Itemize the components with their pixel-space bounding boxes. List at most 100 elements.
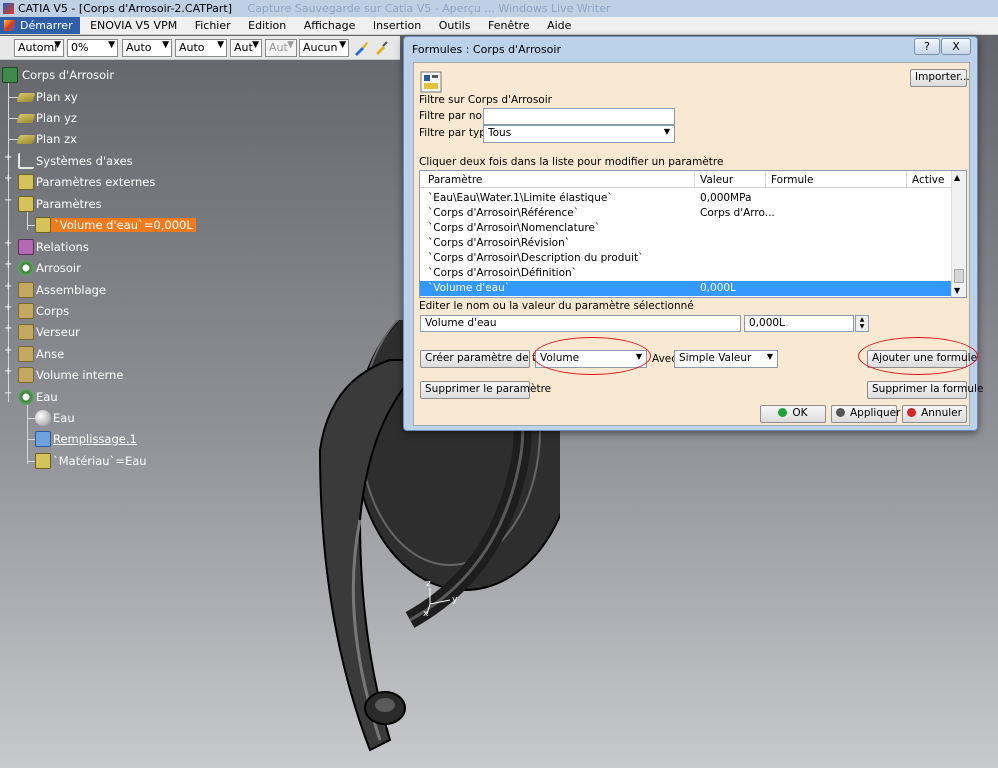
- rendering-style-combo[interactable]: Aut ▼: [265, 39, 297, 57]
- collapse-icon[interactable]: −: [4, 388, 12, 399]
- part-body-icon: [18, 260, 34, 276]
- body-icon: [18, 389, 34, 405]
- filter-title: Filtre sur Corps d'Arrosoir: [419, 94, 552, 106]
- filter-type-select[interactable]: Tous ▼: [483, 125, 675, 143]
- delete-formula-button[interactable]: Supprimer la formule: [867, 381, 983, 399]
- menu-insertion[interactable]: Insertion: [366, 17, 428, 34]
- menu-bar: Démarrer ENOVIA V5 VPM Fichier Edition A…: [0, 17, 998, 35]
- dialog-title: Formules : Corps d'Arrosoir: [412, 43, 561, 56]
- delete-param-button[interactable]: Supprimer le paramètre: [420, 381, 551, 399]
- parameters-icon: [18, 196, 34, 212]
- svg-text:z: z: [426, 579, 431, 589]
- layer-combo[interactable]: Aucun ▼: [299, 39, 349, 57]
- material-icon: [35, 410, 51, 426]
- table-row[interactable]: `Corps d'Arrosoir\Référence` Corps d'Arro…: [420, 206, 952, 221]
- line-type-combo[interactable]: Auto ▼: [175, 39, 227, 57]
- table-row[interactable]: `Volume d'eau` 0,000L: [420, 281, 952, 296]
- scroll-up-icon[interactable]: ▲: [954, 173, 960, 182]
- cell-param: `Corps d'Arrosoir\Description du produit…: [428, 252, 644, 264]
- cell-param: `Corps d'Arrosoir\Révision`: [428, 237, 570, 249]
- help-button[interactable]: ?: [914, 38, 940, 55]
- window-title-ghost: Capture Sauvegarde sur Catia V5 - Aperçu…: [247, 2, 611, 15]
- col-parametre[interactable]: Paramètre: [428, 174, 482, 186]
- collapse-icon[interactable]: −: [4, 195, 12, 206]
- svg-text:y: y: [452, 595, 458, 605]
- line-thickness-combo[interactable]: Auto ▼: [122, 39, 172, 57]
- menu-enovia[interactable]: ENOVIA V5 VPM: [83, 17, 184, 34]
- axis-system-icon: [18, 153, 34, 169]
- table-row[interactable]: `Corps d'Arrosoir\Révision`: [420, 236, 952, 251]
- body-icon: [18, 282, 34, 298]
- table-header: Paramètre Valeur Formule Active: [420, 171, 952, 188]
- create-param-button[interactable]: Créer paramètre de type: [420, 350, 555, 368]
- point-type-combo[interactable]: Aut ▼: [230, 39, 262, 57]
- expand-icon[interactable]: +: [4, 173, 12, 184]
- with-select[interactable]: Simple Valeur ▼: [674, 350, 778, 368]
- relations-icon: [18, 239, 34, 255]
- body-icon: [18, 346, 34, 362]
- cell-param: `Eau\Eau\Water.1\Limite élastique`: [428, 192, 613, 204]
- param-name-input[interactable]: Volume d'eau: [420, 315, 741, 332]
- fill-color-combo[interactable]: Automi ▼: [14, 39, 64, 57]
- menu-affichage[interactable]: Affichage: [297, 17, 363, 34]
- table-row[interactable]: `Corps d'Arrosoir\Description du produit…: [420, 251, 952, 266]
- part-icon: [2, 67, 18, 83]
- ok-icon: [778, 408, 788, 417]
- format-copy-icon[interactable]: [373, 40, 389, 56]
- value-spinner[interactable]: ▲ ▼: [855, 315, 869, 332]
- graphic-properties-toolbar: Automi ▼ 0% ▼ Auto ▼ Auto ▼ Aut ▼ Aut ▼ Aucun ▼: [0, 36, 400, 60]
- menu-fichier[interactable]: Fichier: [188, 17, 238, 34]
- catia-logo-icon: [3, 3, 14, 14]
- table-row[interactable]: `Corps d'Arrosoir\Nomenclature`: [420, 221, 952, 236]
- catia-app: CATIA V5 - [Corps d'Arrosoir-2.CATPart] …: [0, 0, 998, 768]
- col-formule[interactable]: Formule: [771, 174, 813, 186]
- apply-icon: [836, 408, 845, 417]
- table-row[interactable]: `Eau\Eau\Water.1\Limite élastique` 0,000M…: [420, 191, 952, 206]
- cell-param: `Corps d'Arrosoir\Référence`: [428, 207, 579, 219]
- menu-edition[interactable]: Edition: [241, 17, 293, 34]
- col-active[interactable]: Active: [912, 174, 944, 186]
- ok-button[interactable]: OK: [760, 405, 826, 423]
- col-valeur[interactable]: Valeur: [700, 174, 733, 186]
- annotation-circle-formula: [858, 337, 978, 375]
- transparency-combo[interactable]: 0% ▼: [67, 39, 118, 57]
- parameters-icon: [18, 174, 34, 190]
- filter-name-input[interactable]: [483, 108, 675, 125]
- cell-value: 0,000L: [700, 282, 736, 294]
- painter-brush-icon[interactable]: [353, 40, 369, 56]
- expand-icon[interactable]: +: [4, 323, 12, 334]
- expand-icon[interactable]: +: [4, 345, 12, 356]
- scroll-thumb[interactable]: [954, 269, 964, 283]
- formula-editor-icon[interactable]: [420, 71, 442, 93]
- expand-icon[interactable]: +: [4, 366, 12, 377]
- chevron-down-icon: ▼: [663, 127, 670, 136]
- list-hint: Cliquer deux fois dans la liste pour mod…: [419, 156, 724, 168]
- window-title: CATIA V5 - [Corps d'Arrosoir-2.CATPart]: [18, 2, 233, 15]
- table-row[interactable]: `Corps d'Arrosoir\Définition`: [420, 266, 952, 281]
- apply-button[interactable]: Appliquer: [831, 405, 900, 423]
- plane-icon: [16, 93, 36, 102]
- formulas-dialog: Formules : Corps d'Arrosoir ? X Importer…: [403, 36, 983, 431]
- param-value-input[interactable]: 0,000L: [744, 315, 854, 332]
- expand-icon[interactable]: +: [4, 152, 12, 163]
- cell-param: `Corps d'Arrosoir\Définition`: [428, 267, 577, 279]
- body-icon: [18, 324, 34, 340]
- cell-param: `Volume d'eau`: [428, 282, 510, 294]
- menu-aide[interactable]: Aide: [540, 17, 578, 34]
- import-button[interactable]: Importer...: [910, 69, 970, 87]
- cell-value: 0,000MPa: [700, 192, 752, 204]
- menu-demarrer[interactable]: Démarrer: [0, 17, 80, 34]
- menu-outils[interactable]: Outils: [432, 17, 478, 34]
- menu-fenetre[interactable]: Fenêtre: [481, 17, 537, 34]
- expand-icon[interactable]: +: [4, 238, 12, 249]
- close-button[interactable]: X: [941, 38, 971, 55]
- parameter-icon: [35, 453, 51, 469]
- expand-icon[interactable]: +: [4, 302, 12, 313]
- expand-icon[interactable]: +: [4, 259, 12, 270]
- parameters-table[interactable]: Paramètre Valeur Formule Active `Eau\Eau…: [419, 170, 967, 298]
- expand-icon[interactable]: +: [4, 281, 12, 292]
- table-scrollbar[interactable]: ▲ ▼: [951, 171, 966, 297]
- cancel-button[interactable]: Annuler: [902, 405, 967, 423]
- scroll-down-icon[interactable]: ▼: [954, 286, 960, 295]
- cancel-icon: [907, 408, 917, 417]
